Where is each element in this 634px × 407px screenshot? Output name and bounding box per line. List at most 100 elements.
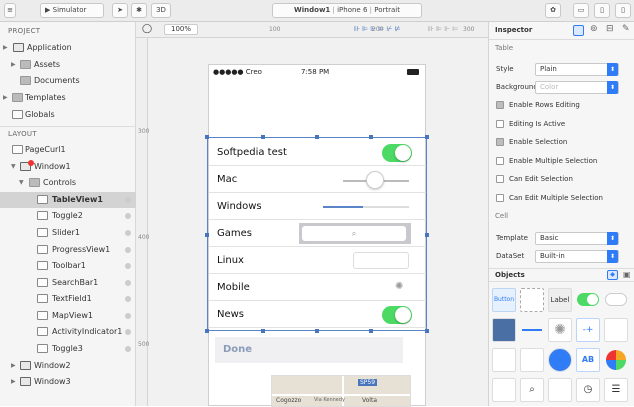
magic-tool-icon[interactable]: ✱ (131, 3, 147, 18)
object-toggle-off[interactable] (604, 288, 628, 312)
project-item-assets[interactable]: ▶ Assets (0, 57, 136, 73)
project-item-application[interactable]: ▶ Application (0, 40, 136, 56)
check-can-edit-selection[interactable]: Can Edit Selection (489, 171, 634, 187)
tree-item-tableview1[interactable]: TableView1 (0, 192, 136, 208)
tree-item-window3[interactable]: ▶ Window3 (0, 374, 136, 390)
object-activity[interactable]: ✺ (548, 318, 572, 342)
template-row: Template Basic ⬍ (489, 230, 634, 246)
breadcrumb-device[interactable]: iPhone 6 (337, 6, 367, 14)
template-select[interactable]: Basic ⬍ (535, 232, 619, 245)
map-view[interactable]: SP59 Cogozzo Via Kennedy Volta (271, 375, 411, 407)
attributes-tab-icon[interactable] (573, 25, 584, 36)
design-canvas[interactable]: ◯ 100% 100 200 300 ⊪⊫⊩⊨⊬⊭ ⊪⊫⊩⊨ 300 400 5… (136, 22, 488, 407)
objects-library-icon[interactable]: ◆ (607, 270, 618, 280)
tree-item-window2[interactable]: ▶ Window2 (0, 358, 136, 374)
checkbox[interactable] (496, 101, 504, 109)
object-textfield-plain[interactable] (548, 378, 572, 402)
check-can-edit-multiple-selection[interactable]: Can Edit Multiple Selection (489, 190, 634, 206)
visibility-dot[interactable] (125, 296, 131, 302)
breadcrumb-orientation[interactable]: Portrait (374, 6, 400, 14)
project-item-globals[interactable]: Globals (0, 107, 136, 123)
object-webview[interactable] (604, 318, 628, 342)
visibility-dot[interactable] (125, 213, 131, 219)
lock-tab-icon[interactable]: ⊚ (590, 24, 598, 34)
check-enable-rows-editing[interactable]: Enable Rows Editing (489, 97, 634, 113)
object-button[interactable]: Button (492, 288, 516, 312)
inspector-toggle-icon[interactable]: ▯ (615, 3, 631, 18)
dataset-select[interactable]: Built-in ⬍ (535, 250, 619, 263)
object-slider[interactable] (520, 318, 544, 342)
search-icon[interactable]: ⌕ (520, 378, 544, 402)
layout-tab-icon[interactable]: ⊟ (606, 24, 614, 34)
object-stepper[interactable]: -+ (576, 318, 600, 342)
object-image[interactable] (492, 318, 516, 342)
tree-item-toggle2[interactable]: Toggle2 (0, 208, 136, 224)
clock-icon[interactable]: ◷ (576, 378, 600, 402)
code-tab-icon[interactable]: ✎ (622, 24, 630, 34)
tree-item-toolbar1[interactable]: Toolbar1 (0, 258, 136, 274)
tree-item-toggle3[interactable]: Toggle3 (0, 341, 136, 357)
sidebar-toggle-icon[interactable]: ▯ (594, 3, 610, 18)
ruler-top-label: 300 (463, 26, 475, 33)
tree-item-searchbar1[interactable]: SearchBar1 (0, 275, 136, 291)
checkbox[interactable] (496, 194, 504, 202)
inspector-header: Inspector ⊚ ⊟ ✎ (489, 22, 634, 40)
check-enable-multiple-selection[interactable]: Enable Multiple Selection (489, 153, 634, 169)
tree-item-slider1[interactable]: Slider1 (0, 225, 136, 241)
ruler-left: 300 400 500 (136, 38, 149, 406)
check-enable-selection[interactable]: Enable Selection (489, 134, 634, 150)
visibility-dot[interactable] (125, 329, 131, 335)
checkbox[interactable] (496, 120, 504, 128)
bug-icon[interactable]: ✿ (545, 3, 561, 18)
visibility-dot[interactable] (125, 346, 131, 352)
zoom-control[interactable]: 100% (164, 24, 198, 35)
tree-item-window1[interactable]: ▼ Window1 (0, 159, 136, 175)
media-library-icon[interactable]: ▣ (623, 270, 631, 279)
3d-toggle-button[interactable]: 3D (151, 3, 171, 18)
align-tools-icon[interactable]: ⊪⊫⊩⊨ (428, 25, 460, 33)
checkbox[interactable] (496, 138, 504, 146)
menu-icon[interactable]: ≡ (4, 3, 16, 18)
style-select[interactable]: Plain ⬍ (535, 63, 619, 76)
layout-header: LAYOUT (0, 126, 136, 140)
project-item-documents[interactable]: Documents (0, 73, 136, 89)
compass-icon[interactable] (548, 348, 572, 372)
phone-frame: ●●●●● Creo 7:58 PM Softpedia test Mac Wi… (205, 64, 429, 407)
visibility-dot[interactable] (125, 230, 131, 236)
tree-item-pagecurl1[interactable]: PageCurl1 (0, 142, 136, 158)
object-pie[interactable] (604, 348, 628, 372)
scheme-selector[interactable]: ▶ Simulator (40, 3, 104, 18)
inspector-panel: Inspector ⊚ ⊟ ✎ Table Style Plain ⬍ Backg… (488, 22, 634, 406)
done-button[interactable]: Done (223, 337, 252, 363)
pointer-tool-icon[interactable]: ➤ (112, 3, 128, 18)
checkbox[interactable] (496, 157, 504, 165)
project-item-templates[interactable]: ▶ Templates (0, 90, 136, 106)
visibility-dot[interactable] (125, 197, 131, 203)
tree-item-progressview1[interactable]: ProgressView1 (0, 242, 136, 258)
object-label[interactable]: Label (548, 288, 572, 312)
object-view[interactable] (520, 288, 544, 312)
visibility-dot[interactable] (125, 247, 131, 253)
check-editing-is-active[interactable]: Editing Is Active (489, 116, 634, 132)
object-grid[interactable] (520, 348, 544, 372)
visibility-dot[interactable] (125, 313, 131, 319)
visibility-dot[interactable] (125, 263, 131, 269)
visibility-dot[interactable] (125, 280, 131, 286)
object-picker[interactable]: ☰ (604, 378, 628, 402)
slider-icon (37, 228, 48, 237)
split-view-icon[interactable]: ▭ (573, 3, 589, 18)
tree-item-activityindicator1[interactable]: ActivityIndicator1 (0, 324, 136, 340)
carrier-label: ●●●●● Creo (213, 68, 262, 76)
breadcrumb-window[interactable]: Window1 (294, 6, 330, 14)
object-text[interactable] (492, 378, 516, 402)
object-switch[interactable] (576, 288, 600, 312)
tree-item-mapview1[interactable]: MapView1 (0, 308, 136, 324)
tree-item-controls[interactable]: ▼ Controls (0, 175, 136, 191)
align-tools-icon[interactable]: ⊪⊫⊩⊨⊬⊭ (354, 25, 403, 33)
object-textfield[interactable]: AB (576, 348, 600, 372)
checkbox[interactable] (496, 175, 504, 183)
tree-item-textfield1[interactable]: TextField1 (0, 291, 136, 307)
background-color-field[interactable]: Color ⬍ (535, 81, 619, 94)
object-table[interactable] (492, 348, 516, 372)
zoom-fit-icon[interactable]: ◯ (142, 24, 152, 34)
